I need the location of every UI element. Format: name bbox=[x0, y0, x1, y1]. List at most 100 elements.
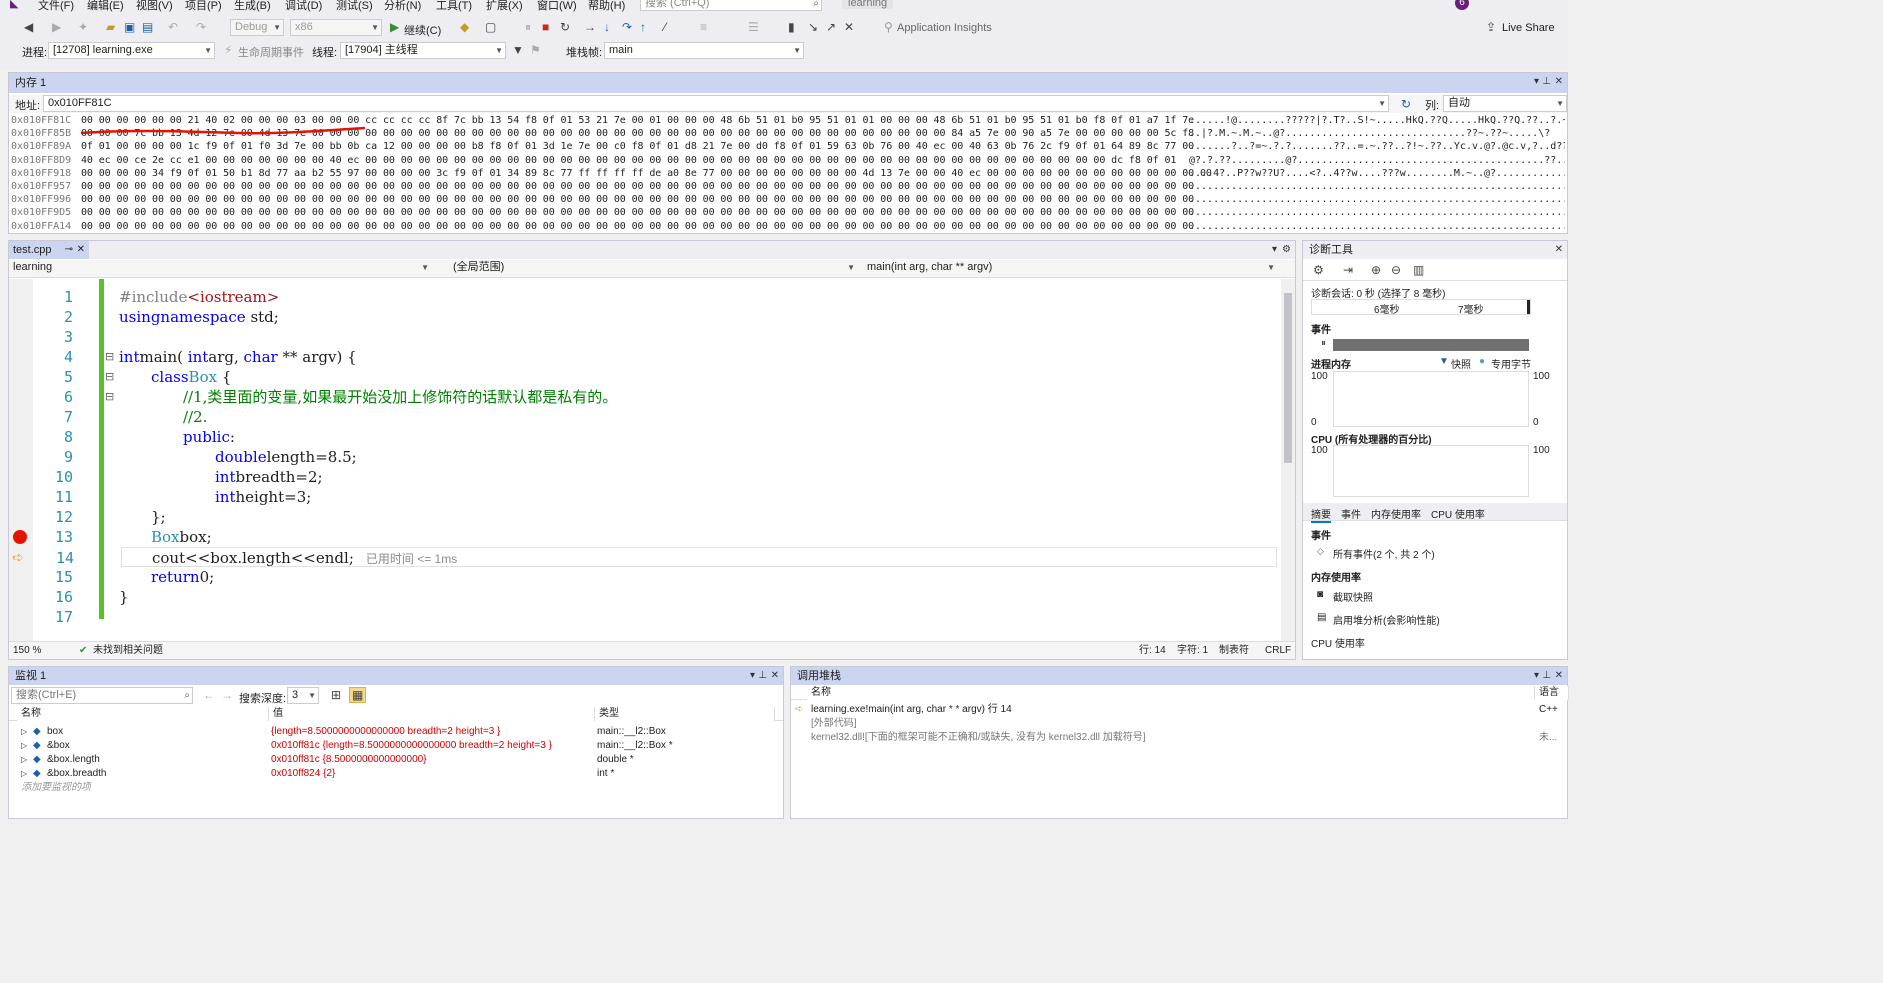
cpu-graph[interactable] bbox=[1333, 445, 1529, 497]
tab-cpu-usage[interactable]: CPU 使用率 bbox=[1431, 506, 1485, 521]
chart-icon[interactable]: ▥ bbox=[1413, 263, 1424, 277]
collapse-icon[interactable]: ⊟ bbox=[105, 350, 115, 363]
pin-icon[interactable]: ⊸ bbox=[65, 241, 73, 259]
col-name[interactable]: 名称 bbox=[17, 707, 269, 721]
code-line[interactable]: 10 intbreadth=2; bbox=[9, 467, 1281, 487]
expand-icon[interactable]: ▷ bbox=[21, 725, 27, 739]
menu-view[interactable]: 视图(V) bbox=[136, 0, 173, 12]
undo-icon[interactable]: ↶ bbox=[168, 20, 178, 34]
next-bookmark-icon[interactable]: ↘ bbox=[808, 20, 818, 34]
continue-button[interactable]: 继续(C) bbox=[404, 22, 441, 38]
restart-icon[interactable]: ↻ bbox=[560, 20, 570, 34]
memory-ascii[interactable]: ........................................… bbox=[1189, 193, 1565, 206]
bookmark-icon[interactable]: ▮ bbox=[788, 20, 795, 34]
menu-window[interactable]: 窗口(W) bbox=[537, 0, 577, 12]
close-icon[interactable]: ✕ bbox=[1555, 244, 1563, 255]
stackframe-select[interactable]: main ▼ bbox=[604, 42, 804, 59]
forward-icon[interactable]: ▶ bbox=[52, 20, 61, 34]
prev-bookmark-icon[interactable]: ↗ bbox=[826, 20, 836, 34]
memory-row[interactable]: 0x010FF957 00 00 00 00 00 00 00 00 00 00 … bbox=[11, 180, 1566, 193]
pin-icon[interactable]: ⊥ bbox=[1542, 670, 1551, 681]
step-out-icon[interactable]: ↑ bbox=[640, 20, 646, 34]
lifecycle-events-button[interactable]: 生命周期事件 bbox=[238, 44, 304, 60]
zoom-out-icon[interactable]: ⊖ bbox=[1391, 263, 1401, 277]
process-select[interactable]: [12708] learning.exe ▼ bbox=[48, 42, 215, 59]
vertical-scrollbar[interactable] bbox=[1281, 279, 1295, 641]
memory-hex[interactable]: 00 00 00 00 34 f9 0f 01 50 b1 8d 77 aa b… bbox=[81, 167, 1212, 180]
memory-hex[interactable]: 00 00 00 00 00 00 00 00 00 00 00 00 00 0… bbox=[81, 180, 1194, 193]
close-icon[interactable]: ✕ bbox=[77, 241, 85, 259]
settings-icon[interactable]: ⚙ bbox=[1282, 244, 1291, 255]
timeline-ruler[interactable]: 6毫秒 7毫秒 bbox=[1311, 299, 1531, 316]
heap-profiling-button[interactable]: 启用堆分析(会影响性能) bbox=[1333, 612, 1440, 627]
memory-graph[interactable] bbox=[1333, 371, 1529, 427]
continue-icon[interactable]: ▶ bbox=[390, 20, 399, 34]
save-all-icon[interactable]: ▤ bbox=[142, 20, 153, 34]
close-icon[interactable]: ✕ bbox=[1555, 670, 1563, 681]
collapse-icon[interactable]: ⊟ bbox=[105, 370, 115, 383]
code-line[interactable]: 15 return0; bbox=[9, 567, 1281, 587]
code-line[interactable]: 4 intmain( intarg, char ** argv) { bbox=[9, 347, 1281, 367]
memory-row[interactable]: 0x010FF8D9 40 ec 00 ce 2e cc e1 00 00 00 … bbox=[11, 154, 1566, 167]
close-icon[interactable]: ✕ bbox=[771, 670, 779, 681]
memory-ascii[interactable]: ........................................… bbox=[1189, 220, 1565, 233]
memory-hex[interactable]: 00 00 00 00 00 00 00 00 00 00 00 00 00 0… bbox=[81, 220, 1194, 233]
configuration-select[interactable]: Debug ▼ bbox=[230, 19, 284, 36]
memory-row[interactable]: 0x010FF9D5 00 00 00 00 00 00 00 00 00 00 … bbox=[11, 206, 1566, 219]
memory-hex[interactable]: 0f 01 00 00 00 00 1c f9 0f 01 f0 3d 7e 0… bbox=[81, 140, 1194, 153]
project-select[interactable]: learning ▼ bbox=[9, 260, 431, 277]
memory-row[interactable]: 0x010FF918 00 00 00 00 34 f9 0f 01 50 b1 … bbox=[11, 167, 1566, 180]
issues-status[interactable]: 未找到相关问题 bbox=[93, 642, 163, 660]
flag-icon[interactable]: ⚑ bbox=[530, 43, 541, 57]
scope-select[interactable]: (全局范围) ▼ bbox=[449, 260, 857, 277]
code-line[interactable]: 1 #include<iostream> bbox=[9, 287, 1281, 307]
reevaluate-icon[interactable]: ↻ bbox=[1401, 97, 1411, 111]
col-type[interactable]: 类型 bbox=[595, 707, 775, 721]
dropdown-icon[interactable]: ▾ bbox=[1534, 670, 1539, 681]
memory-ascii[interactable]: ..|?.M.~.M.~..@?........................… bbox=[1189, 127, 1565, 140]
address-input[interactable]: 0x010FF81C ▼ bbox=[43, 95, 1389, 112]
settings-icon[interactable]: ⚙ bbox=[1313, 263, 1324, 277]
menu-project[interactable]: 项目(P) bbox=[185, 0, 222, 12]
all-events-link[interactable]: 所有事件(2 个, 共 2 个) bbox=[1333, 546, 1435, 561]
clear-bookmarks-icon[interactable]: ✕ bbox=[844, 20, 854, 34]
open-file-icon[interactable]: ▰ bbox=[106, 20, 115, 34]
watch-value[interactable]: {length=8.5000000000000000 breadth=2 hei… bbox=[271, 725, 593, 739]
watch-value[interactable]: 0x010ff81c {8.5000000000000000} bbox=[271, 753, 593, 767]
menu-build[interactable]: 生成(B) bbox=[234, 0, 271, 12]
tab-mode[interactable]: 制表符 bbox=[1219, 642, 1249, 660]
expand-icon[interactable]: ▷ bbox=[21, 767, 27, 781]
col-name[interactable]: 名称 bbox=[807, 686, 1535, 700]
menu-analyze[interactable]: 分析(N) bbox=[384, 0, 421, 12]
stack-frame[interactable]: ➪ learning.exe!main(int arg, char * * ar… bbox=[791, 703, 1567, 717]
watch-value[interactable]: 0x010ff824 {2} bbox=[271, 767, 593, 781]
table-row[interactable]: ▷ ◆ &box.breadth 0x010ff824 {2} int * bbox=[9, 767, 783, 781]
live-share-button[interactable]: Live Share bbox=[1502, 22, 1555, 34]
memory-ascii[interactable]: @?.?.??.........@?......................… bbox=[1189, 154, 1565, 167]
search-depth-select[interactable]: 3 ▼ bbox=[287, 687, 319, 704]
stop-icon[interactable]: ■ bbox=[542, 20, 549, 34]
notifications-badge[interactable]: 6 bbox=[1455, 0, 1469, 10]
zoom-in-icon[interactable]: ⊕ bbox=[1371, 263, 1381, 277]
code-line[interactable]: 8 public: bbox=[9, 427, 1281, 447]
watch-value[interactable]: 0x010ff81c {length=8.5000000000000000 br… bbox=[271, 739, 593, 753]
code-line[interactable]: 11 intheight=3; bbox=[9, 487, 1281, 507]
code-line[interactable]: 9 doublelength=8.5; bbox=[9, 447, 1281, 467]
menu-help[interactable]: 帮助(H) bbox=[588, 0, 625, 12]
pause-icon[interactable]: ⏸ bbox=[1321, 337, 1326, 351]
code-line[interactable]: 17 bbox=[9, 607, 1281, 627]
memory-hex[interactable]: 00 00 00 00 00 00 00 00 00 00 00 00 00 0… bbox=[81, 193, 1194, 206]
memory-ascii[interactable]: ......!@........?????|?.T?..S!~.....HkQ.… bbox=[1189, 114, 1565, 127]
memory-ascii[interactable]: ....4?..P??w??U?....<?..4??w....???w....… bbox=[1189, 167, 1565, 180]
perf-tip[interactable]: 已用时间 <= 1ms bbox=[366, 552, 457, 566]
thread-select[interactable]: [17904] 主线程 ▼ bbox=[340, 42, 506, 59]
hot-reload-icon[interactable]: ◆ bbox=[460, 20, 469, 34]
code-line[interactable]: 3 bbox=[9, 327, 1281, 347]
memory-hex[interactable]: 40 ec 00 ce 2e cc e1 00 00 00 00 00 00 0… bbox=[81, 154, 1176, 167]
menu-tools[interactable]: 工具(T) bbox=[436, 0, 472, 12]
memory-ascii[interactable]: .......?..?=~.?.?.......??..=.~.??..?!~.… bbox=[1189, 140, 1565, 153]
eol-mode[interactable]: CRLF bbox=[1265, 642, 1291, 660]
zoom-level[interactable]: 150 % bbox=[13, 642, 41, 660]
add-watch-row[interactable]: 添加要监视的项 bbox=[9, 781, 783, 795]
tab-summary[interactable]: 摘要 bbox=[1311, 506, 1331, 523]
